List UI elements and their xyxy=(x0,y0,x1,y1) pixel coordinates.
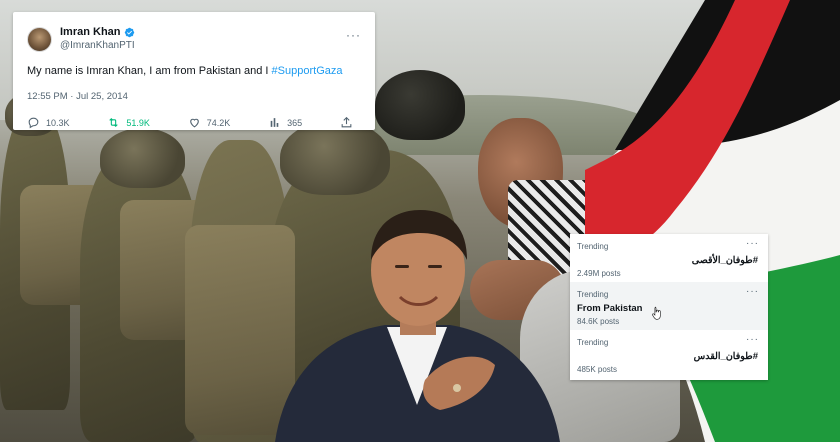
like-button[interactable]: 74.2K xyxy=(188,116,231,129)
soldier-helmet xyxy=(100,128,185,188)
retweet-count: 51.9K xyxy=(126,117,150,128)
hashtag-link[interactable]: #SupportGaza xyxy=(272,65,343,77)
reply-button[interactable]: 10.3K xyxy=(27,116,70,129)
trend-item[interactable]: Trending ··· From Pakistan 84.6K posts xyxy=(570,282,768,330)
retweet-button[interactable]: 51.9K xyxy=(107,116,150,129)
pointer-cursor-icon xyxy=(652,306,661,320)
retweet-icon xyxy=(109,117,119,128)
more-icon[interactable]: ··· xyxy=(346,28,361,42)
soldier-helmet xyxy=(375,70,465,140)
avatar[interactable] xyxy=(27,26,52,52)
trend-title: #طوفان_القدس xyxy=(693,351,758,362)
imran-khan-photo xyxy=(275,205,560,442)
views-count: 365 xyxy=(287,117,303,128)
tweet-author: Imran Khan @ImranKhanPTI xyxy=(60,26,346,52)
soldier-helmet xyxy=(280,120,390,195)
tweet-text: My name is Imran Khan, I am from Pakista… xyxy=(27,65,361,81)
like-icon xyxy=(189,118,199,128)
trend-item[interactable]: Trending ··· #طوفان_القدس 485K posts xyxy=(570,330,768,378)
tweet-card[interactable]: Imran Khan @ImranKhanPTI ··· My name is … xyxy=(13,12,375,130)
more-icon[interactable]: ··· xyxy=(746,334,759,345)
like-count: 74.2K xyxy=(206,117,231,128)
trend-post-count: 2.49M posts xyxy=(577,269,621,278)
trend-item[interactable]: Trending ··· #طوفان_الأقصى 2.49M posts xyxy=(570,234,768,282)
reply-count: 10.3K xyxy=(46,117,70,128)
author-name[interactable]: Imran Khan xyxy=(60,26,121,39)
share-icon xyxy=(341,116,352,128)
trend-label: Trending xyxy=(577,242,609,251)
trending-panel: Trending ··· #طوفان_الأقصى 2.49M posts T… xyxy=(570,234,768,380)
tweet-timestamp[interactable]: 12:55 PM · Jul 25, 2014 xyxy=(27,91,361,103)
author-handle[interactable]: @ImranKhanPTI xyxy=(60,39,346,52)
more-icon[interactable]: ··· xyxy=(746,286,759,297)
trend-title: From Pakistan xyxy=(577,303,643,314)
tweet-header: Imran Khan @ImranKhanPTI ··· xyxy=(27,22,361,56)
share-button[interactable] xyxy=(340,116,359,129)
trend-post-count: 84.6K posts xyxy=(577,317,620,326)
verified-badge-icon xyxy=(124,27,135,38)
more-icon[interactable]: ··· xyxy=(746,238,759,249)
trend-post-count: 485K posts xyxy=(577,365,618,374)
reply-icon xyxy=(28,117,39,129)
trend-label: Trending xyxy=(577,338,609,347)
views-button[interactable]: 365 xyxy=(268,116,302,129)
author-name-row[interactable]: Imran Khan xyxy=(60,26,346,39)
tweet-text-body: My name is Imran Khan, I am from Pakista… xyxy=(27,65,272,77)
views-icon xyxy=(270,118,279,127)
trend-title: #طوفان_الأقصى xyxy=(691,255,758,266)
trend-label: Trending xyxy=(577,290,609,299)
tweet-actions: 10.3K 51.9K 74.2K 365 xyxy=(27,116,361,129)
